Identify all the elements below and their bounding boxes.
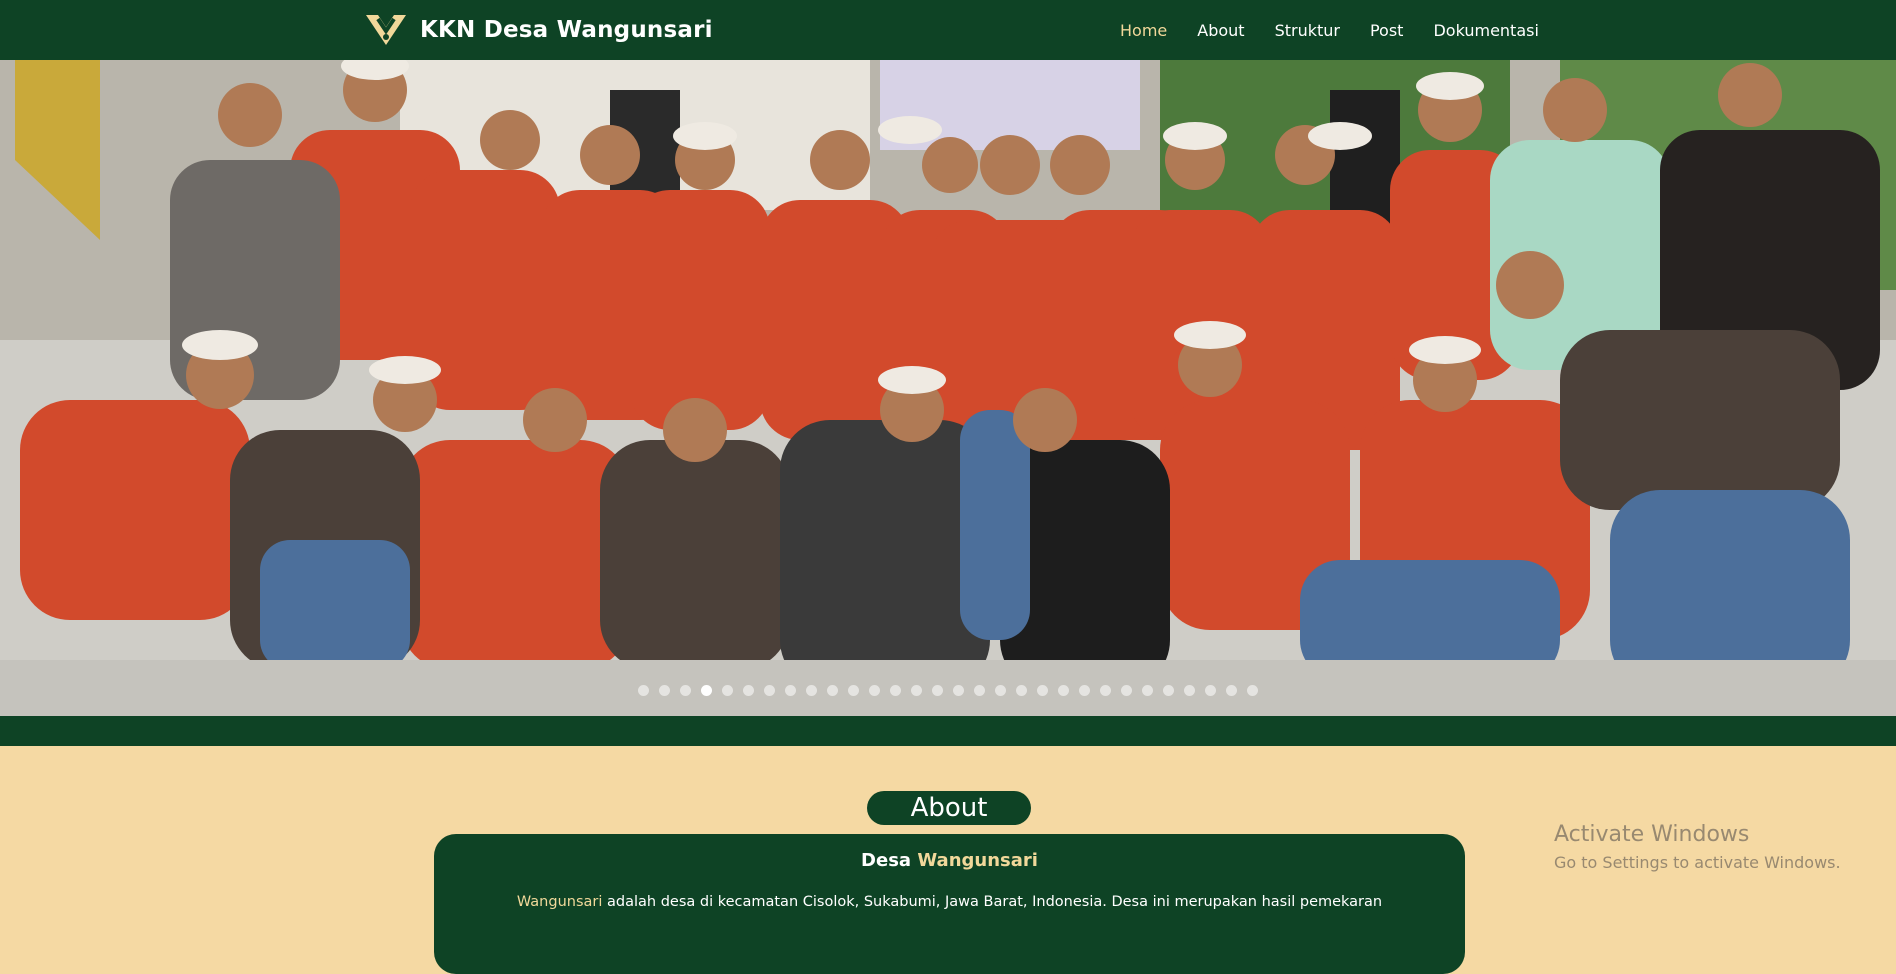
carousel-dot[interactable] [701,685,712,696]
carousel-dot[interactable] [638,685,649,696]
carousel-dot[interactable] [1184,685,1195,696]
about-text-accent: Wangunsari [516,894,603,910]
carousel-dot[interactable] [659,685,670,696]
hero-carousel[interactable] [0,60,1896,716]
about-heading: Desa Wangunsari [434,850,1465,871]
carousel-indicators [0,685,1896,696]
about-section-title: About [867,791,1031,825]
carousel-dot[interactable] [848,685,859,696]
nav-link-struktur[interactable]: Struktur [1275,21,1340,40]
watermark-subtitle: Go to Settings to activate Windows. [1554,853,1841,872]
carousel-dot[interactable] [1016,685,1027,696]
carousel-dot[interactable] [911,685,922,696]
carousel-dot[interactable] [785,685,796,696]
hero-bottom-band [0,716,1896,746]
watermark-title: Activate Windows [1554,822,1750,847]
brand-logo-icon [366,15,406,45]
about-text-body: adalah desa di kecamatan Cisolok, Sukabu… [607,894,1383,910]
carousel-dot[interactable] [827,685,838,696]
carousel-dot[interactable] [995,685,1006,696]
carousel-dot[interactable] [932,685,943,696]
carousel-dot[interactable] [1121,685,1132,696]
nav-link-about[interactable]: About [1197,21,1244,40]
brand-title: KKN Desa Wangunsari [420,17,713,43]
carousel-dot[interactable] [1142,685,1153,696]
carousel-dot[interactable] [764,685,775,696]
activate-windows-watermark: Activate Windows Go to Settings to activ… [1554,822,1841,872]
carousel-dot[interactable] [1247,685,1258,696]
about-heading-prefix: Desa [861,850,912,871]
carousel-dot[interactable] [1100,685,1111,696]
hero-group-photo [0,60,1896,716]
carousel-dot[interactable] [869,685,880,696]
carousel-dot[interactable] [680,685,691,696]
carousel-dot[interactable] [743,685,754,696]
nav-link-post[interactable]: Post [1370,21,1403,40]
carousel-dot[interactable] [974,685,985,696]
carousel-dot[interactable] [1079,685,1090,696]
about-card: Desa Wangunsari Wangunsari adalah desa d… [434,834,1465,974]
carousel-dot[interactable] [1205,685,1216,696]
about-description: Wangunsari adalah desa di kecamatan Ciso… [494,894,1405,910]
nav-link-home[interactable]: Home [1120,21,1167,40]
carousel-dot[interactable] [1163,685,1174,696]
carousel-dot[interactable] [890,685,901,696]
about-heading-accent: Wangunsari [917,850,1038,871]
carousel-dot[interactable] [1037,685,1048,696]
carousel-dot[interactable] [806,685,817,696]
carousel-dot[interactable] [1058,685,1069,696]
nav-link-dokumentasi[interactable]: Dokumentasi [1433,21,1538,40]
carousel-dot[interactable] [1226,685,1237,696]
main-nav: Home About Struktur Post Dokumentasi [1120,0,1569,60]
brand[interactable]: KKN Desa Wangunsari [364,12,713,48]
top-navbar: KKN Desa Wangunsari Home About Struktur … [0,0,1896,60]
carousel-dot[interactable] [953,685,964,696]
carousel-dot[interactable] [722,685,733,696]
